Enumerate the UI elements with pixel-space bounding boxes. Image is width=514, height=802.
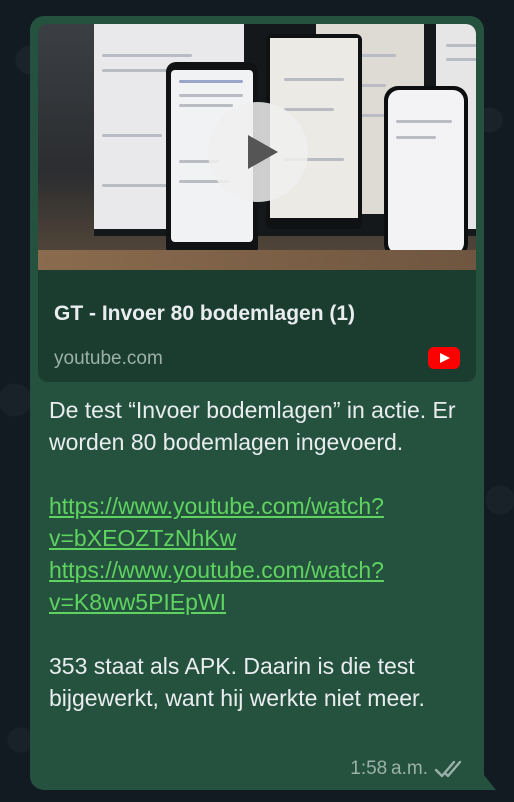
message-paragraph: 353 staat als APK. Daarin is die test bi…	[49, 653, 425, 711]
video-link-2-line2: v=K8ww5PIEpWI	[49, 589, 227, 615]
message-meta: 1:58 a.m.	[350, 758, 464, 780]
screen-line	[396, 136, 436, 139]
thumbnail-desk	[38, 250, 476, 270]
screen-line	[179, 94, 243, 97]
video-link-2[interactable]: https://www.youtube.com/watch? v=K8ww5PI…	[49, 554, 469, 618]
link-preview-card[interactable]: GT - Invoer 80 bodemlagen (1) youtube.co…	[38, 24, 476, 382]
screen-line	[102, 134, 162, 137]
play-icon	[248, 135, 278, 169]
message-time: 1:58 a.m.	[350, 758, 428, 779]
screen-line	[179, 104, 233, 107]
link-preview-title[interactable]: GT - Invoer 80 bodemlagen (1)	[54, 302, 355, 326]
youtube-icon	[428, 347, 460, 369]
screen-line	[179, 80, 243, 83]
screen-line	[446, 58, 476, 61]
screen-line	[446, 44, 476, 47]
screen-line	[102, 54, 192, 57]
video-link-1[interactable]: https://www.youtube.com/watch? v=bXEOZTz…	[49, 490, 469, 554]
thumbnail-device-phone	[384, 86, 468, 258]
video-thumbnail[interactable]	[38, 24, 476, 270]
screen-line	[102, 69, 172, 72]
double-check-icon	[434, 760, 462, 778]
link-preview-domain: youtube.com	[54, 348, 163, 369]
screen-line	[284, 108, 334, 111]
video-link-2-line1: https://www.youtube.com/watch?	[49, 557, 384, 583]
screen-line	[396, 120, 452, 123]
play-button[interactable]	[208, 102, 308, 202]
message-bubble[interactable]: GT - Invoer 80 bodemlagen (1) youtube.co…	[30, 16, 484, 790]
video-link-1-line1: https://www.youtube.com/watch?	[49, 493, 384, 519]
thumbnail-device-phone-screen	[388, 90, 464, 254]
screen-line	[284, 78, 344, 81]
message-text: De test “Invoer bodemlagen” in actie. Er…	[49, 394, 469, 714]
message-paragraph: De test “Invoer bodemlagen” in actie. Er…	[49, 397, 456, 455]
message-bubble-tail	[480, 770, 496, 790]
video-link-1-line2: v=bXEOZTzNhKw	[49, 525, 237, 551]
